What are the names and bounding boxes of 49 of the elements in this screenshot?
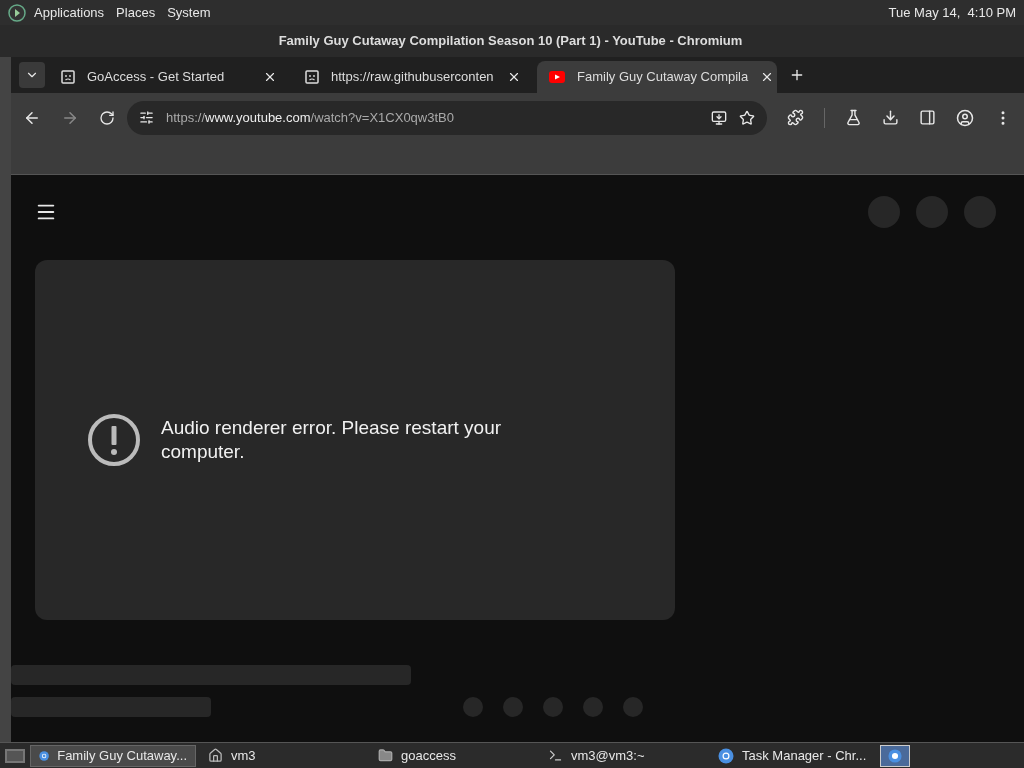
browser-tab[interactable]: https://raw.githubuserconten [293,61,533,93]
error-message: Audio renderer error. Please restart your computer. [161,416,503,464]
flask-icon[interactable] [845,109,862,126]
tab-title: GoAccess - Get Started [87,68,226,87]
taskbar-item[interactable]: goaccess [370,744,536,767]
browser-tab[interactable]: GoAccess - Get Started [49,61,289,93]
exclamation-icon [87,413,141,467]
window-title: Family Guy Cutaway Compilation Season 10 (Part 1) - YouTube - Chromium [278,32,743,51]
panel-menu[interactable]: System [167,2,211,23]
browser-icon [888,748,902,763]
close-icon[interactable] [263,70,277,84]
extensions-icon[interactable] [787,109,804,126]
taskbar-label: Task Manager - Chr... [742,746,867,765]
play-icon [549,71,565,83]
url-text: https://www.youtube.com/watch?v=X1CX0qw3tB0 [166,108,455,127]
folder-icon [378,748,393,763]
home-folder-icon [208,748,223,763]
profile-icon[interactable] [956,108,974,127]
taskbar-item[interactable]: Task Manager - Chr... [710,744,876,767]
browser-icon [718,747,734,764]
workspace-switcher[interactable] [880,744,910,767]
tab-title: Family Guy Cutaway Compila [577,68,749,87]
bookmark-star-icon[interactable] [739,109,755,126]
panel-menu[interactable]: Applications [34,2,105,23]
sad-page-icon [305,70,319,84]
tab-list-button[interactable] [19,62,45,88]
panel-menu[interactable]: Places [116,2,156,23]
site-settings-icon[interactable] [139,110,154,125]
side-panel-icon[interactable] [919,109,936,126]
tab-title: https://raw.githubuserconten [331,68,495,87]
sad-page-icon [61,70,75,84]
reload-icon[interactable] [99,109,115,126]
taskbar-label: Family Guy Cutaway... [57,746,187,765]
terminal-icon [548,748,563,763]
browser-tab[interactable]: Family Guy Cutaway Compila [537,61,777,93]
address-bar[interactable]: https://www.youtube.com/watch?v=X1CX0qw3tB0 [127,100,767,135]
clock[interactable]: Tue May 14, 4:10 PM [888,2,1016,23]
install-icon[interactable] [711,109,727,126]
close-icon[interactable] [507,70,521,84]
taskbar-label: vm3@vm3:~ [571,746,645,765]
download-icon[interactable] [882,109,899,126]
new-tab-icon[interactable] [789,67,805,83]
taskbar-label: vm3 [231,746,256,765]
taskbar-label: goaccess [401,746,456,765]
taskbar-item[interactable]: vm3 [200,744,366,767]
taskbar-item[interactable]: Family Guy Cutaway... [30,744,196,767]
logo-icon [8,3,26,22]
taskbar-item[interactable]: vm3@vm3:~ [540,744,706,767]
show-desktop-icon[interactable] [4,746,26,765]
